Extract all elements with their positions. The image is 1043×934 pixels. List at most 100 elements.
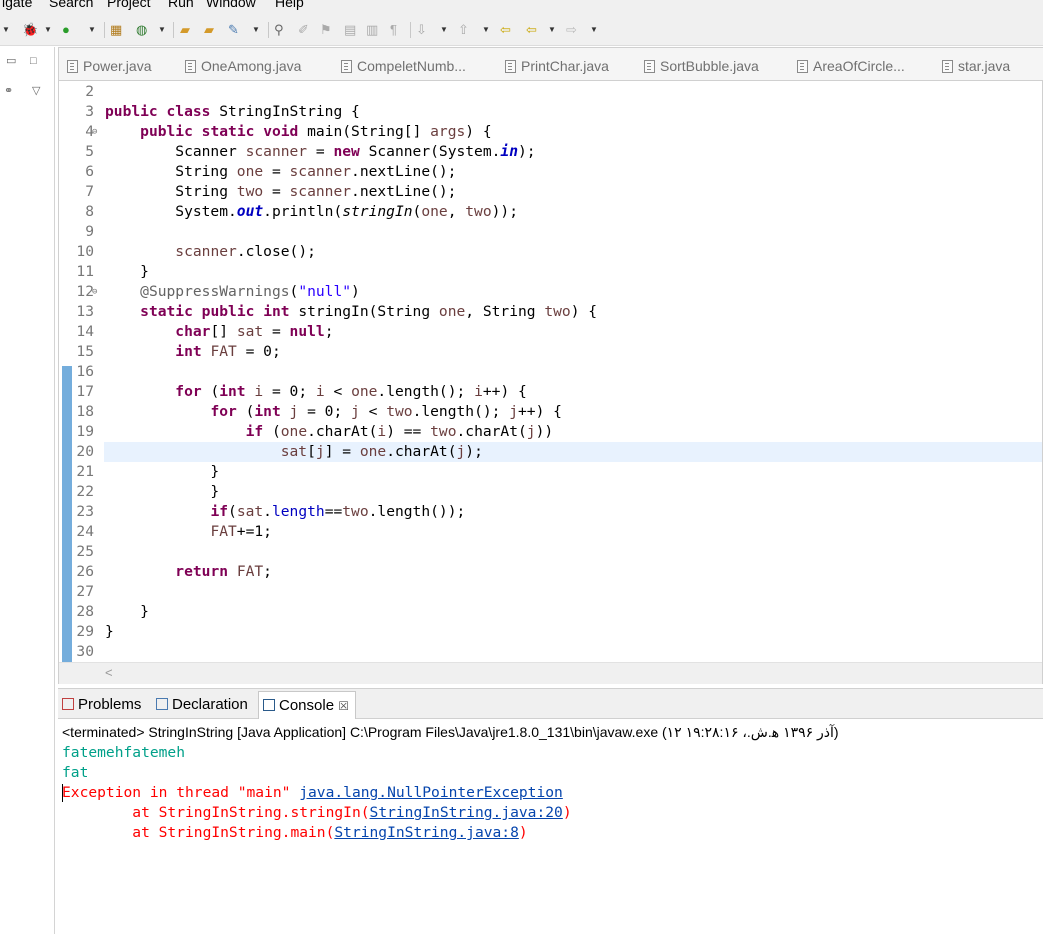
tab-sortbubble[interactable]: SortBubble.java xyxy=(644,56,759,76)
tab-problems[interactable]: Problems xyxy=(62,695,141,715)
fold-toggle-icon[interactable]: ⊖ xyxy=(92,122,97,142)
console-input-line: fatemehfatemeh xyxy=(62,744,186,761)
java-file-icon xyxy=(67,60,78,73)
debug-icon[interactable]: 🐞 xyxy=(22,22,38,38)
chevron-down-icon[interactable]: ▼ xyxy=(2,22,10,38)
code-line[interactable]: 24 FAT+=1; xyxy=(59,522,1042,542)
exception-link[interactable]: java.lang.NullPointerException xyxy=(299,784,563,801)
chevron-down-icon[interactable]: ▼ xyxy=(158,22,166,38)
console-output[interactable]: fatemehfatemeh fat Exception in thread "… xyxy=(62,743,572,843)
line-number: 22 xyxy=(76,483,94,500)
mark-occurrences-icon[interactable]: ⚑ xyxy=(320,22,332,38)
maximize-icon[interactable]: □ xyxy=(30,55,37,67)
tab-oneamong[interactable]: OneAmong.java xyxy=(185,56,301,76)
menu-bar: igate Search Project Run Window Help xyxy=(0,0,1043,10)
code-line[interactable]: 11 } xyxy=(59,262,1042,282)
code-line[interactable]: 9 xyxy=(59,222,1042,242)
console-icon xyxy=(263,699,275,711)
java-file-icon xyxy=(644,60,655,73)
code-line[interactable]: 13 static public int stringIn(String one… xyxy=(59,302,1042,322)
code-line[interactable]: 28 } xyxy=(59,602,1042,622)
code-line[interactable]: 14 char[] sat = null; xyxy=(59,322,1042,342)
show-paragraph-icon[interactable]: ¶ xyxy=(390,22,397,38)
code-area[interactable]: 2 3 public class StringInString {4 ⊖ public… xyxy=(59,82,1042,662)
chevron-down-icon[interactable]: ▼ xyxy=(88,22,96,38)
last-edit-icon[interactable]: ⇦ xyxy=(500,22,511,38)
code-line[interactable]: 10 scanner.close(); xyxy=(59,242,1042,262)
menu-help[interactable]: Help xyxy=(275,0,304,10)
scroll-left-icon[interactable]: < xyxy=(105,665,113,680)
code-line[interactable]: 27 xyxy=(59,582,1042,602)
code-line[interactable]: 23 if(sat.length==two.length()); xyxy=(59,502,1042,522)
chevron-down-icon[interactable]: ▼ xyxy=(440,22,448,38)
new-package-icon[interactable]: ▦ xyxy=(110,22,122,38)
tab-compeletnumb[interactable]: CompeletNumb... xyxy=(341,56,466,76)
chevron-down-icon[interactable]: ▼ xyxy=(548,22,556,38)
fold-toggle-icon[interactable]: ⊖ xyxy=(92,282,97,302)
code-line[interactable]: 8 System.out.println(stringIn(one, two))… xyxy=(59,202,1042,222)
menu-search[interactable]: Search xyxy=(49,0,93,10)
code-line[interactable]: 12 ⊖ @SuppressWarnings("null") xyxy=(59,282,1042,302)
line-number: 5 xyxy=(85,143,94,160)
code-text: for (int j = 0; j < two.length(); j++) { xyxy=(210,403,562,420)
tab-declaration[interactable]: Declaration xyxy=(156,695,248,715)
code-line[interactable]: 19 if (one.charAt(i) == two.charAt(j)) xyxy=(59,422,1042,442)
terminated-status: <terminated> StringInString [Java Applic… xyxy=(62,724,839,740)
code-line[interactable]: 22 } xyxy=(59,482,1042,502)
chevron-down-icon[interactable]: ▼ xyxy=(252,22,260,38)
chevron-down-icon[interactable]: ▼ xyxy=(482,22,490,38)
chevron-down-icon[interactable]: ▼ xyxy=(590,22,598,38)
source-link[interactable]: StringInString.java:8 xyxy=(334,824,519,841)
open-type-icon[interactable]: ▰ xyxy=(204,22,214,38)
menu-project[interactable]: Project xyxy=(107,0,151,10)
code-line[interactable]: 18 for (int j = 0; j < two.length(); j++… xyxy=(59,402,1042,422)
code-line[interactable]: 21 } xyxy=(59,462,1042,482)
tab-console[interactable]: Console ☒ xyxy=(258,691,356,719)
code-line[interactable]: 16 xyxy=(59,362,1042,382)
code-line[interactable]: 25 xyxy=(59,542,1042,562)
code-line[interactable]: 26 return FAT; xyxy=(59,562,1042,582)
menu-run[interactable]: Run xyxy=(168,0,194,10)
next-annotation-icon[interactable]: ⇩ xyxy=(416,22,427,38)
code-line[interactable]: 30 xyxy=(59,642,1042,662)
tab-star[interactable]: star.java xyxy=(942,56,1010,76)
pin-icon[interactable]: ⚲ xyxy=(274,22,284,38)
code-line[interactable]: 7 String two = scanner.nextLine(); xyxy=(59,182,1042,202)
code-line[interactable]: 20 sat[j] = one.charAt(j); xyxy=(59,442,1042,462)
tools-icon[interactable]: ✎ xyxy=(228,22,239,38)
line-number: 28 xyxy=(76,603,94,620)
menu-window[interactable]: Window xyxy=(206,0,256,10)
nav-back-icon[interactable]: ⇦ xyxy=(526,22,537,38)
code-line[interactable]: 29} xyxy=(59,622,1042,642)
show-whitespace-icon[interactable]: ▥ xyxy=(366,22,378,38)
code-line[interactable]: 4 ⊖ public static void main(String[] args… xyxy=(59,122,1042,142)
view-menu-icon[interactable]: ▽ xyxy=(32,85,40,97)
run-icon[interactable]: ● xyxy=(62,22,70,38)
close-icon[interactable]: ☒ xyxy=(338,699,349,713)
previous-annotation-icon[interactable]: ⇧ xyxy=(458,22,469,38)
line-number: 12 xyxy=(76,283,94,300)
search-icon[interactable]: ✐ xyxy=(298,22,309,38)
menu-navigate[interactable]: igate xyxy=(2,0,32,10)
package-explorer-icon[interactable]: ⚭ xyxy=(4,85,13,97)
new-class-icon[interactable]: ◍ xyxy=(136,22,147,38)
code-line[interactable]: 15 int FAT = 0; xyxy=(59,342,1042,362)
code-line[interactable]: 3 public class StringInString { xyxy=(59,102,1042,122)
nav-forward-icon[interactable]: ⇨ xyxy=(566,22,577,38)
horizontal-scrollbar[interactable]: < xyxy=(59,662,1042,684)
block-selection-icon[interactable]: ▤ xyxy=(344,22,356,38)
line-number: 17 xyxy=(76,383,94,400)
code-line[interactable]: 17 for (int i = 0; i < one.length(); i++… xyxy=(59,382,1042,402)
line-number: 2 xyxy=(85,83,94,100)
chevron-down-icon[interactable]: ▼ xyxy=(44,22,52,38)
tab-power[interactable]: Power.java xyxy=(67,56,151,76)
code-line[interactable]: 6 String one = scanner.nextLine(); xyxy=(59,162,1042,182)
code-text: static public int stringIn(String one, S… xyxy=(140,303,598,320)
open-folder-icon[interactable]: ▰ xyxy=(180,22,190,38)
code-line[interactable]: 5 Scanner scanner = new Scanner(System.i… xyxy=(59,142,1042,162)
minimize-icon[interactable]: ▭ xyxy=(6,55,16,67)
source-link[interactable]: StringInString.java:20 xyxy=(370,804,563,821)
tab-areaofcircle[interactable]: AreaOfCircle... xyxy=(797,56,905,76)
code-line[interactable]: 2 xyxy=(59,82,1042,102)
tab-printchar[interactable]: PrintChar.java xyxy=(505,56,609,76)
